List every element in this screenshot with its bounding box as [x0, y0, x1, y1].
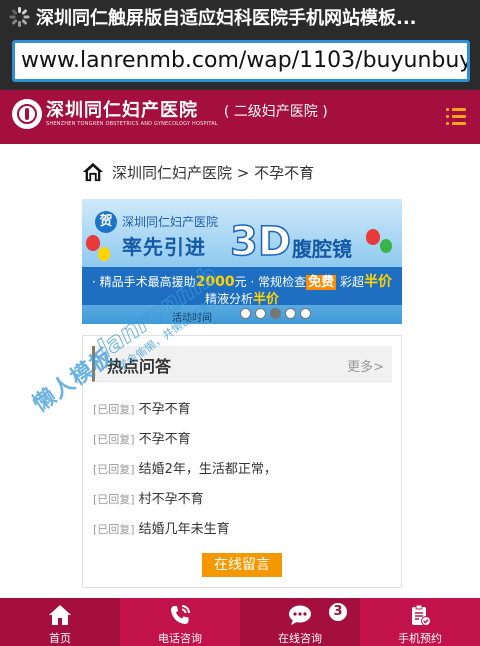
hospital-logo-icon — [12, 99, 42, 129]
qa-list: [已回复] 不孕不育 [已回复] 不孕不育 [已回复] 结婚2年，生活都正常， [已回复] 村… — [93, 398, 277, 548]
banner-headline: 率先引进 — [122, 235, 206, 259]
balloon-icon — [380, 239, 392, 253]
nav-home[interactable]: 首页 — [0, 598, 120, 646]
banner-scope: 腹腔镜 — [292, 237, 352, 261]
carousel-dot[interactable] — [270, 308, 281, 319]
site-header: 深圳同仁妇产医院 SHENZHEN TONGREN OBSTETRICS AND… — [0, 90, 480, 144]
home-icon — [49, 605, 71, 625]
site-logo[interactable]: 深圳同仁妇产医院 SHENZHEN TONGREN OBSTETRICS AND… — [12, 99, 328, 129]
bottom-nav: 首页 电话咨询 在线咨询 手机预约 — [0, 598, 480, 646]
nav-appointment[interactable]: 手机预约 — [360, 598, 480, 646]
qa-question-text: 不孕不育 — [138, 432, 191, 447]
carousel-dot[interactable] — [300, 308, 311, 319]
hospital-level: ( 二级妇产医院 ) — [223, 104, 328, 120]
qa-status-tag: [已回复] — [93, 523, 135, 536]
browser-tab-title: 深圳同仁触屏版自适应妇科医院手机网站模板... — [36, 8, 417, 29]
carousel-dots[interactable] — [240, 308, 311, 319]
promo-banner[interactable]: 贺 深圳同仁妇产医院 率先引进 3D 腹腔镜 · 精品手术最高援助2000元 ·… — [82, 199, 402, 324]
logo-english: SHENZHEN TONGREN OBSTETRICS AND GYNECOLO… — [46, 120, 218, 127]
breadcrumb: 深圳同仁妇产医院 > 不孕不育 — [82, 160, 314, 184]
browser-title-bar: 深圳同仁触屏版自适应妇科医院手机网站模板... — [0, 0, 480, 34]
qa-title: 热点问答 — [107, 357, 172, 376]
qa-list-item[interactable]: [已回复] 结婚2年，生活都正常， — [93, 458, 277, 488]
qa-question-text: 结婚几年未生育 — [138, 522, 230, 537]
logo-name: 深圳同仁妇产医院 — [46, 99, 198, 121]
qa-status-tag: [已回复] — [93, 403, 135, 416]
balloon-icon — [86, 235, 100, 251]
balloon-icon — [98, 247, 110, 261]
menu-icon[interactable] — [446, 106, 466, 126]
qa-list-item[interactable]: [已回复] 村不孕不育 — [93, 488, 277, 518]
banner-hospital: 深圳同仁妇产医院 — [122, 215, 219, 229]
carousel-dot[interactable] — [255, 308, 266, 319]
qa-list-item[interactable]: [已回复] 不孕不育 — [93, 428, 277, 458]
qa-question-text: 不孕不育 — [138, 402, 191, 417]
home-icon[interactable] — [82, 161, 104, 183]
carousel-dot[interactable] — [240, 308, 251, 319]
banner-date: 活动时间 — [172, 313, 212, 324]
url-input[interactable]: www.lanrenmb.com/wap/1103/buyunbuyu — [12, 40, 470, 82]
carousel-dot[interactable] — [285, 308, 296, 319]
phone-icon — [171, 605, 190, 624]
banner-badge: 贺 — [95, 211, 117, 233]
banner-offer-line-2: 精液分析半价 — [204, 292, 280, 307]
loading-spinner-icon — [8, 6, 30, 28]
browser-chrome: 深圳同仁触屏版自适应妇科医院手机网站模板... www.lanrenmb.com… — [0, 0, 480, 90]
chat-icon — [289, 605, 311, 625]
qa-header: 热点问答 更多> — [92, 346, 392, 382]
qa-question-text: 村不孕不育 — [138, 492, 204, 507]
chat-count-badge: 3 — [328, 602, 348, 622]
qa-status-tag: [已回复] — [93, 433, 135, 446]
nav-phone[interactable]: 电话咨询 — [120, 598, 240, 646]
breadcrumb-text[interactable]: 深圳同仁妇产医院 > 不孕不育 — [112, 162, 314, 183]
hot-qa-panel: 热点问答 更多> [已回复] 不孕不育 [已回复] 不孕不育 [已回复] 结婚2年，生活都… — [82, 335, 402, 588]
qa-list-item[interactable]: [已回复] 不孕不育 — [93, 398, 277, 428]
leave-message-button[interactable]: 在线留言 — [202, 553, 282, 577]
qa-status-tag: [已回复] — [93, 463, 135, 476]
qa-question-text: 结婚2年，生活都正常， — [138, 462, 277, 477]
clipboard-icon — [412, 604, 431, 626]
qa-status-tag: [已回复] — [93, 493, 135, 506]
qa-list-item[interactable]: [已回复] 结婚几年未生育 — [93, 518, 277, 548]
banner-3d: 3D — [229, 218, 292, 266]
balloon-icon — [366, 229, 380, 245]
qa-more-link[interactable]: 更多> — [347, 356, 384, 375]
